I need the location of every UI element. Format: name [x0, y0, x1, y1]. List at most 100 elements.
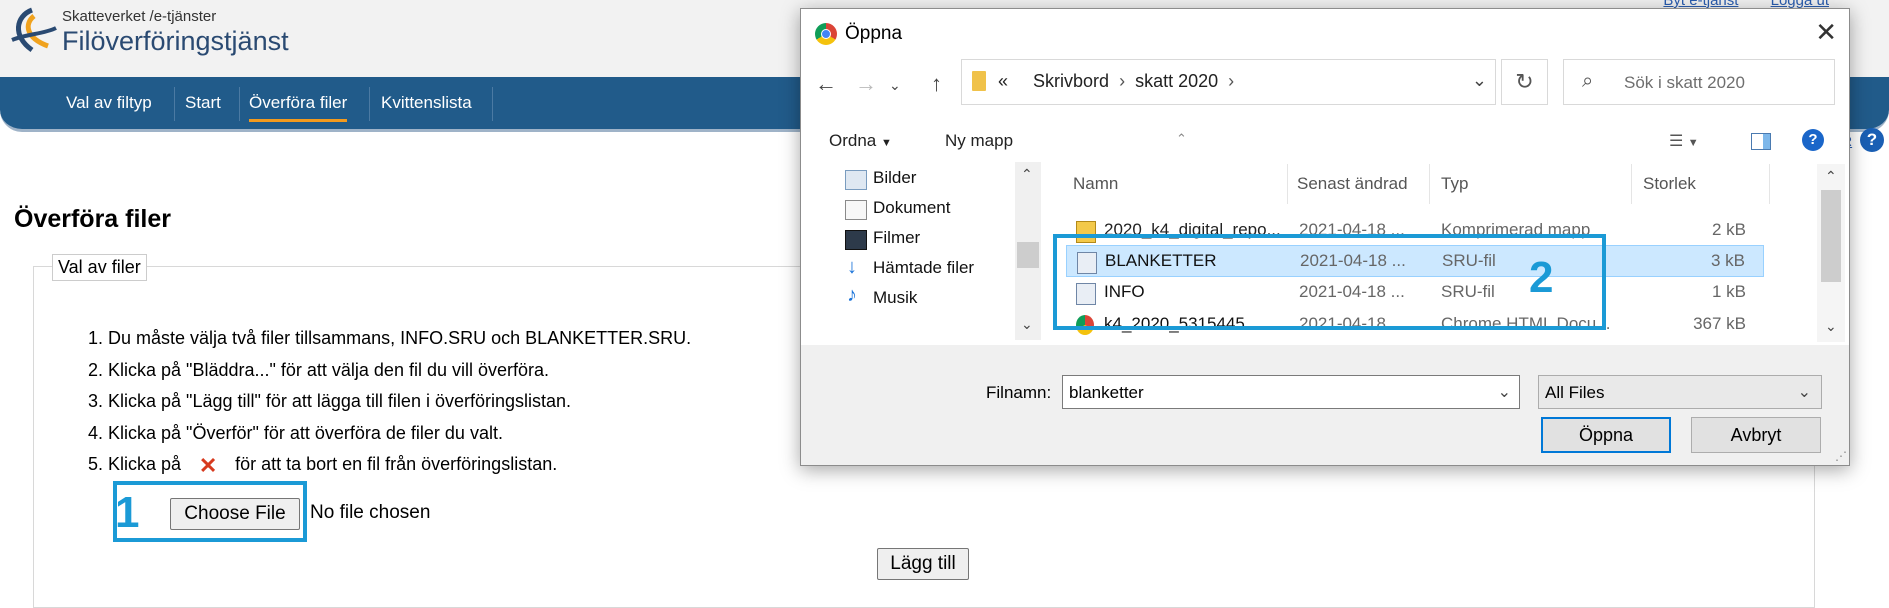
folder-icon [972, 71, 986, 91]
organize-menu[interactable]: Ordna ▼ [829, 131, 892, 151]
dialog-footer: Filnamn: blanketter ⌄ All Files ⌄ Öppna … [801, 345, 1849, 465]
cancel-button[interactable]: Avbryt [1691, 417, 1821, 453]
file-size: 1 kB [1711, 282, 1746, 301]
nav-item-kvittenslista[interactable]: Kvittenslista [381, 93, 472, 113]
up-arrow-icon[interactable]: ↑ [931, 71, 942, 97]
nav-divider [174, 87, 175, 121]
help-icon[interactable]: ? [1860, 128, 1884, 152]
dialog-title: Öppna [845, 23, 903, 44]
column-divider [1769, 164, 1770, 204]
refresh-icon[interactable]: ↻ [1501, 59, 1548, 105]
search-placeholder: Sök i skatt 2020 [1624, 73, 1745, 92]
chevron-right-icon[interactable]: › [1119, 71, 1125, 91]
pictures-icon [845, 170, 867, 190]
nav-item-filtyp[interactable]: Val av filtyp [66, 93, 152, 113]
scroll-up-icon[interactable]: ⌃ [1021, 166, 1033, 183]
step5-prefix: 5. Klicka på [88, 454, 182, 474]
downloads-icon: ↓ [847, 256, 857, 278]
skatteverket-logo-icon [11, 7, 57, 53]
annotation-box-2 [1053, 234, 1606, 330]
instruction-list: 1. Du måste välja två filer tillsammans,… [88, 323, 691, 482]
no-file-text: No file chosen [310, 502, 431, 523]
scrollbar-thumb[interactable] [1821, 190, 1841, 282]
column-header-namn[interactable]: Namn [1073, 174, 1118, 194]
view-options-icon[interactable]: ☰ ▼ [1669, 131, 1699, 151]
instruction-step: 3. Klicka på "Lägg till" för att lägga t… [88, 391, 572, 411]
search-icon: ⌕ [1582, 70, 1594, 92]
open-file-dialog: Öppna ✕ ← → ⌄ ↑ « Skrivbord › skatt 2020 › … [800, 8, 1850, 466]
column-header-storlek[interactable]: Storlek [1643, 174, 1696, 194]
scroll-down-icon[interactable]: ⌄ [1825, 318, 1837, 335]
page-title: Överföra filer [14, 205, 172, 233]
music-icon: ♪ [847, 284, 857, 306]
back-arrow-icon[interactable]: ← [815, 71, 837, 97]
filetype-value: All Files [1545, 383, 1605, 402]
documents-icon [845, 200, 867, 220]
filename-value: blanketter [1069, 383, 1144, 402]
scroll-up-icon[interactable]: ⌃ [1825, 168, 1837, 185]
close-icon[interactable]: ✕ [1815, 17, 1837, 48]
service-title: Filöverföringstjänst [62, 26, 289, 56]
chevron-down-icon[interactable]: ⌄ [1498, 382, 1511, 402]
fieldset-legend: Val av filer [52, 254, 147, 281]
add-file-button[interactable]: Lägg till [877, 548, 969, 580]
address-bar[interactable]: « Skrivbord › skatt 2020 › ⌄ [961, 59, 1496, 105]
nav-pane-item-musik[interactable]: Musik [873, 288, 917, 308]
open-button[interactable]: Öppna [1541, 417, 1671, 453]
file-list-scrollbar[interactable]: ⌃ ⌄ [1817, 164, 1845, 342]
breadcrumb: « Skrivbord › skatt 2020 › [998, 71, 1244, 92]
nav-pane-item-filmer[interactable]: Filmer [873, 228, 920, 248]
column-divider [1631, 164, 1632, 204]
resize-grip-icon[interactable]: ⋰ [1835, 449, 1847, 463]
scrollbar-thumb[interactable] [1017, 242, 1039, 268]
nav-divider [492, 87, 493, 121]
chevron-down-icon[interactable]: ⌄ [1798, 382, 1811, 402]
annotation-number-1: 1 [115, 488, 140, 537]
annotation-box-1 [113, 481, 307, 542]
new-folder-button[interactable]: Ny mapp [945, 131, 1013, 151]
nav-pane-item-bilder[interactable]: Bilder [873, 168, 916, 188]
file-size: 367 kB [1693, 314, 1746, 333]
nav-item-overfora-filer[interactable]: Överföra filer [249, 93, 348, 122]
file-size: 3 kB [1710, 251, 1745, 270]
chrome-icon [815, 23, 837, 45]
breadcrumb-skrivbord[interactable]: Skrivbord [1033, 71, 1109, 91]
column-divider [1287, 164, 1288, 204]
nav-divider [369, 87, 370, 121]
agency-name: Skatteverket /e-tjänster [62, 8, 217, 25]
step5-suffix: för att ta bort en fil från överföringsl… [235, 454, 558, 474]
instruction-step: 1. Du måste välja två filer tillsammans,… [88, 328, 692, 348]
column-divider [1429, 164, 1430, 204]
nav-pane-scrollbar[interactable]: ⌃ ⌄ [1015, 162, 1041, 340]
dialog-titlebar: Öppna ✕ [801, 9, 1849, 57]
nav-item-start[interactable]: Start [185, 93, 221, 113]
search-box[interactable]: ⌕ Sök i skatt 2020 [1563, 59, 1835, 105]
preview-pane-icon[interactable] [1751, 133, 1771, 150]
videos-icon [845, 230, 867, 250]
file-size: 2 kB [1711, 220, 1746, 239]
filename-label: Filnamn: [986, 383, 1052, 402]
breadcrumb-skatt-2020[interactable]: skatt 2020 [1135, 71, 1218, 91]
sort-ascending-icon: ⌃ [1176, 131, 1187, 146]
filetype-select[interactable]: All Files ⌄ [1538, 375, 1822, 409]
column-header-typ[interactable]: Typ [1441, 174, 1468, 194]
forward-arrow-icon[interactable]: → [855, 71, 877, 97]
breadcrumb-overflow[interactable]: « [998, 71, 1008, 91]
instruction-step: 5. Klicka på ✕ för att ta bort en fil från… [88, 449, 691, 482]
delete-x-icon: ✕ [198, 453, 218, 478]
help-icon[interactable]: ? [1802, 129, 1824, 151]
nav-pane-item-dokument[interactable]: Dokument [873, 198, 950, 218]
recent-dropdown-icon[interactable]: ⌄ [889, 77, 901, 94]
filename-input[interactable]: blanketter ⌄ [1062, 375, 1520, 409]
dialog-toolbar: Ordna ▼ Ny mapp ☰ ▼ ? [801, 121, 1849, 161]
instruction-step: 4. Klicka på "Överför" för att överföra … [88, 422, 503, 443]
column-header-senast-andrad[interactable]: Senast ändrad [1297, 174, 1408, 194]
chevron-down-icon[interactable]: ⌄ [1472, 70, 1487, 91]
navigation-pane: Bilder Dokument Filmer ↓ Hämtade filer ♪… [809, 162, 1021, 340]
annotation-number-2: 2 [1529, 253, 1554, 302]
chevron-right-icon[interactable]: › [1228, 71, 1234, 91]
scroll-down-icon[interactable]: ⌄ [1021, 316, 1033, 333]
instruction-step: 2. Klicka på "Bläddra..." för att välja … [88, 359, 550, 380]
nav-divider [239, 87, 240, 121]
nav-pane-item-hamtade-filer[interactable]: Hämtade filer [873, 258, 974, 278]
